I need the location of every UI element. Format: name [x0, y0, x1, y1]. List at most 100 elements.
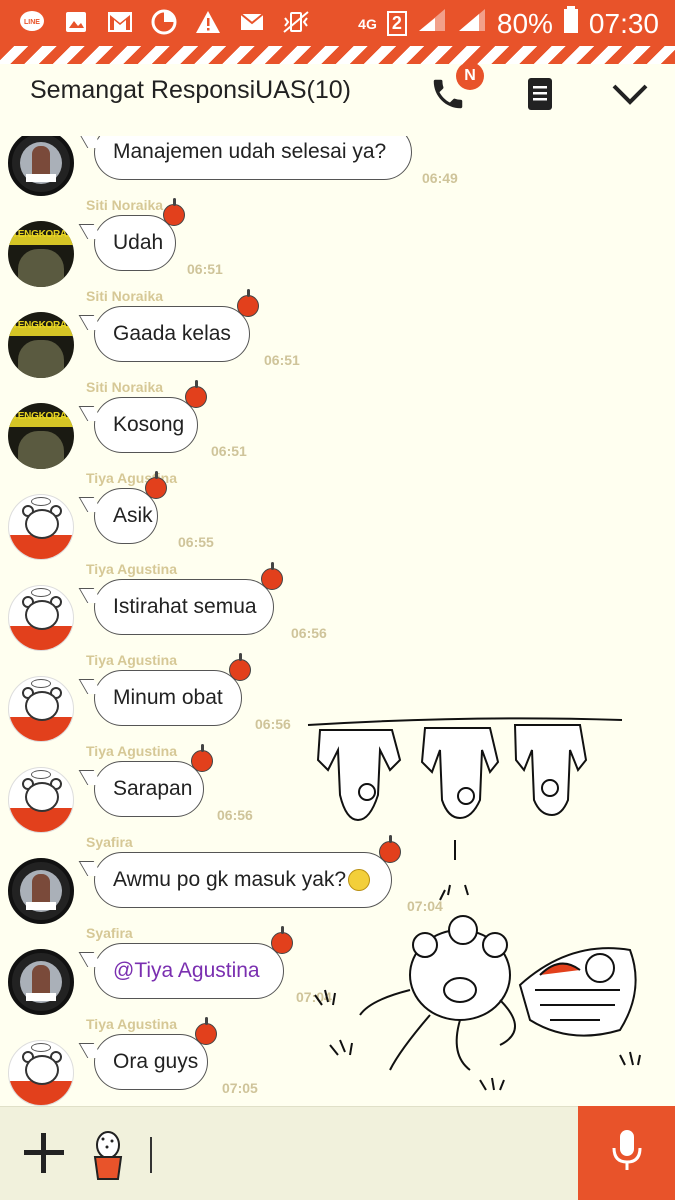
sender-avatar[interactable]: TENGKORAK	[8, 221, 74, 287]
mail-icon	[238, 8, 266, 36]
message-text: Manajemen udah selesai ya?	[113, 140, 387, 163]
signal-icon-2	[457, 7, 487, 40]
sticker-button[interactable]	[88, 1129, 128, 1181]
message-bubble[interactable]: Sarapan	[94, 744, 213, 817]
header-stripe	[0, 46, 675, 64]
gmail-icon	[106, 8, 134, 36]
sender-name: Siti Noraika	[86, 288, 164, 304]
mention-bubble[interactable]: @Tiya Agustina	[94, 926, 293, 999]
sender-name: Tiya Agustina	[86, 743, 178, 759]
chat-message-row: Manajemen udah selesai ya? 06:49	[0, 136, 675, 197]
message-input-bar	[0, 1106, 675, 1200]
sender-name: Syafira	[86, 925, 133, 941]
sim-slot: 2	[386, 11, 407, 36]
status-bar: LINE 4G 2 80% 07:30	[0, 0, 675, 46]
message-bubble[interactable]: Istirahat semua	[94, 562, 283, 635]
message-text: Ora guys	[113, 1050, 199, 1073]
apple-icon	[185, 380, 207, 408]
call-badge: N	[456, 62, 484, 90]
message-text: @Tiya Agustina	[113, 959, 260, 982]
apple-icon	[191, 744, 213, 772]
message-time: 06:56	[255, 716, 291, 732]
sender-avatar[interactable]	[8, 858, 74, 924]
gallery-icon	[62, 8, 90, 36]
message-time: 06:56	[217, 807, 253, 823]
message-time: 06:56	[291, 625, 327, 641]
message-bubble[interactable]: Udah	[94, 198, 185, 271]
vibrate-icon	[282, 8, 310, 36]
sender-name: Siti Noraika	[86, 379, 164, 395]
message-bubble[interactable]: Ora guys	[94, 1017, 217, 1090]
apple-icon	[145, 471, 167, 499]
sender-name: Siti Noraika	[86, 197, 164, 213]
avatar-label: TENGKORAK	[12, 411, 74, 422]
sender-avatar[interactable]	[8, 585, 74, 651]
cactus-sticker-icon	[88, 1131, 128, 1185]
system-status: 4G 2 80% 07:30	[358, 6, 659, 41]
sender-avatar[interactable]: TENGKORAK	[8, 312, 74, 378]
avatar-label: TENGKORAK	[12, 320, 74, 331]
chat-message-row: Tiya Agustina Istirahat semua 06:56	[0, 561, 675, 652]
apple-icon	[271, 926, 293, 954]
sender-avatar[interactable]: TENGKORAK	[8, 403, 74, 469]
collapse-button[interactable]	[606, 72, 654, 120]
apple-icon	[261, 562, 283, 590]
text-input-cursor[interactable]	[150, 1137, 152, 1173]
microphone-icon	[609, 1128, 645, 1179]
chart-icon	[150, 8, 178, 36]
clock: 07:30	[588, 7, 659, 39]
svg-text:LINE: LINE	[24, 19, 40, 26]
message-text: Minum obat	[113, 686, 223, 709]
network-type: 4G	[358, 15, 377, 32]
message-time: 06:55	[178, 534, 214, 550]
sender-name: Tiya Agustina	[86, 652, 178, 668]
battery-percent: 80%	[496, 7, 553, 39]
sender-avatar[interactable]	[8, 136, 74, 196]
sender-name: Syafira	[86, 834, 133, 850]
notification-icons: LINE	[18, 8, 310, 36]
voice-message-button[interactable]	[578, 1106, 675, 1200]
message-text: Udah	[113, 231, 164, 254]
line-icon: LINE	[18, 8, 46, 36]
sender-name: Tiya Agustina	[86, 1016, 178, 1032]
message-text: Asik	[113, 504, 153, 527]
message-bubble[interactable]: Manajemen udah selesai ya?	[94, 136, 412, 180]
notes-button[interactable]	[516, 72, 564, 120]
message-text: Istirahat semua	[113, 595, 257, 618]
message-text: Kosong	[113, 413, 185, 436]
chat-header: Semangat ResponsiUAS(10)	[0, 64, 675, 136]
apple-icon	[163, 198, 185, 226]
add-attachment-button[interactable]	[22, 1131, 66, 1175]
sender-avatar[interactable]	[8, 1040, 74, 1106]
chat-message-row: TENGKORAK Siti Noraika Gaada kelas 06:51	[0, 288, 675, 379]
message-bubble[interactable]: Asik	[94, 471, 167, 544]
chat-title[interactable]: Semangat ResponsiUAS(10)	[30, 76, 351, 105]
message-time: 06:51	[264, 352, 300, 368]
apple-icon	[195, 1017, 217, 1045]
chevron-down-icon	[610, 80, 650, 113]
message-time: 06:49	[422, 170, 458, 186]
chat-message-row: TENGKORAK Siti Noraika Kosong 06:51	[0, 379, 675, 470]
sender-avatar[interactable]	[8, 676, 74, 742]
battery-icon	[563, 6, 579, 41]
signal-icon	[417, 7, 447, 40]
message-bubble[interactable]: Kosong	[94, 380, 207, 453]
message-time: 06:51	[187, 261, 223, 277]
message-text: Gaada kelas	[113, 322, 231, 345]
sender-avatar[interactable]	[8, 494, 74, 560]
sender-name: Tiya Agustina	[86, 561, 178, 577]
message-text: Sarapan	[113, 777, 193, 800]
message-time: 06:51	[211, 443, 247, 459]
chat-message-row: TENGKORAK Siti Noraika Udah 06:51	[0, 197, 675, 288]
sender-avatar[interactable]	[8, 949, 74, 1015]
apple-icon	[229, 653, 251, 681]
warning-icon	[194, 8, 222, 36]
chat-message-row: Tiya Agustina Asik 06:55	[0, 470, 675, 561]
notes-icon	[525, 76, 555, 117]
rilakkuma-laundry-illustration	[307, 717, 641, 1091]
message-time: 07:05	[222, 1080, 258, 1096]
message-bubble[interactable]: Gaada kelas	[94, 289, 259, 362]
message-bubble[interactable]: Minum obat	[94, 653, 251, 726]
avatar-label: TENGKORAK	[12, 229, 74, 240]
sender-avatar[interactable]	[8, 767, 74, 833]
